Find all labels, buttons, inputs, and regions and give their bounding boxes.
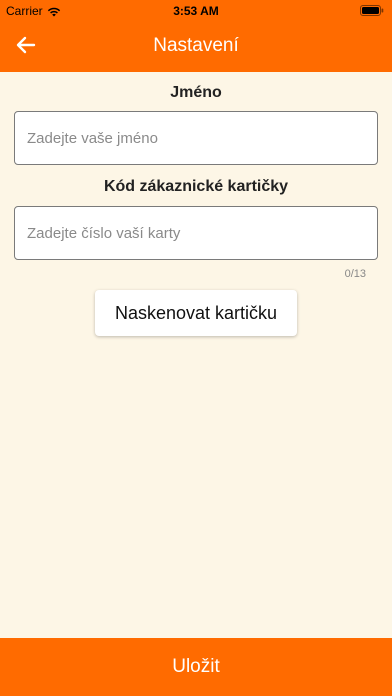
page-title: Nastavení: [153, 35, 239, 56]
scan-card-button-label: Naskenovat kartičku: [114, 302, 278, 323]
card-number-input[interactable]: [14, 206, 378, 260]
save-button[interactable]: Uložit: [0, 638, 392, 696]
character-counter: 0/13: [344, 268, 366, 280]
name-field-label: Jméno: [170, 84, 222, 101]
battery-icon: [360, 5, 384, 16]
navigation-bar: Nastavení: [0, 22, 392, 72]
name-input[interactable]: [14, 111, 378, 165]
scan-card-button[interactable]: Naskenovat kartičku: [95, 290, 297, 336]
status-time: 3:53 AM: [173, 4, 219, 18]
save-button-label: Uložit: [172, 656, 220, 677]
card-code-field-label: Kód zákaznické kartičky: [103, 178, 289, 195]
status-bar: Carrier 3:53 AM: [0, 0, 392, 22]
